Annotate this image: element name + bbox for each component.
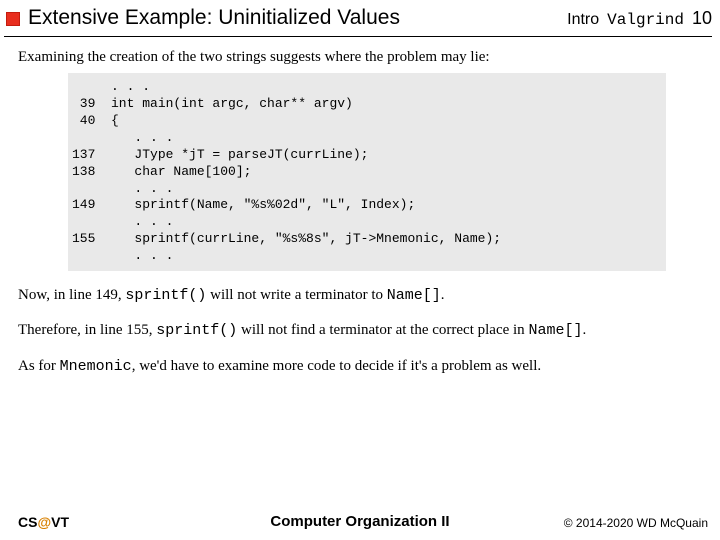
p2-text-a: Therefore, in line 155, [18, 322, 156, 338]
paragraph-1: Now, in line 149, sprintf() will not wri… [18, 285, 702, 306]
footer-copyright: © 2014-2020 WD McQuain [564, 516, 708, 530]
p2-code-b: Name[] [528, 322, 582, 339]
tool-name: Valgrind [607, 11, 684, 29]
bullet-icon [6, 12, 20, 26]
p3-code-a: Mnemonic [60, 358, 132, 375]
p3-text-a: As for [18, 358, 60, 374]
p1-code-b: Name[] [387, 287, 441, 304]
p3-text-b: , we'd have to examine more code to deci… [132, 358, 541, 374]
p1-code-a: sprintf() [125, 287, 206, 304]
at-icon: @ [37, 514, 51, 530]
p2-code-a: sprintf() [156, 322, 237, 339]
slide-body: Examining the creation of the two string… [0, 37, 720, 377]
slide-title: Extensive Example: Uninitialized Values [28, 6, 567, 32]
slide-footer: CS@VT Computer Organization II © 2014-20… [0, 508, 720, 540]
code-block: . . . 39 int main(int argc, char** argv)… [68, 73, 666, 271]
footer-center: Computer Organization II [270, 513, 449, 530]
p1-text-a: Now, in line 149, [18, 287, 125, 303]
footer-vt: VT [51, 514, 69, 530]
footer-cs: CS [18, 514, 37, 530]
p2-text-c: . [582, 322, 586, 338]
paragraph-2: Therefore, in line 155, sprintf() will n… [18, 320, 702, 341]
slide-header: Extensive Example: Uninitialized Values … [4, 0, 712, 37]
paragraph-3: As for Mnemonic, we'd have to examine mo… [18, 356, 702, 377]
p1-text-c: . [441, 287, 445, 303]
p2-text-b: will not find a terminator at the correc… [237, 322, 528, 338]
header-right: Intro Valgrind 10 [567, 8, 712, 31]
intro-label: Intro [567, 11, 599, 29]
p1-text-b: will not write a terminator to [206, 287, 386, 303]
footer-left: CS@VT [18, 514, 69, 530]
page-number: 10 [692, 8, 712, 29]
lead-sentence: Examining the creation of the two string… [18, 47, 702, 67]
